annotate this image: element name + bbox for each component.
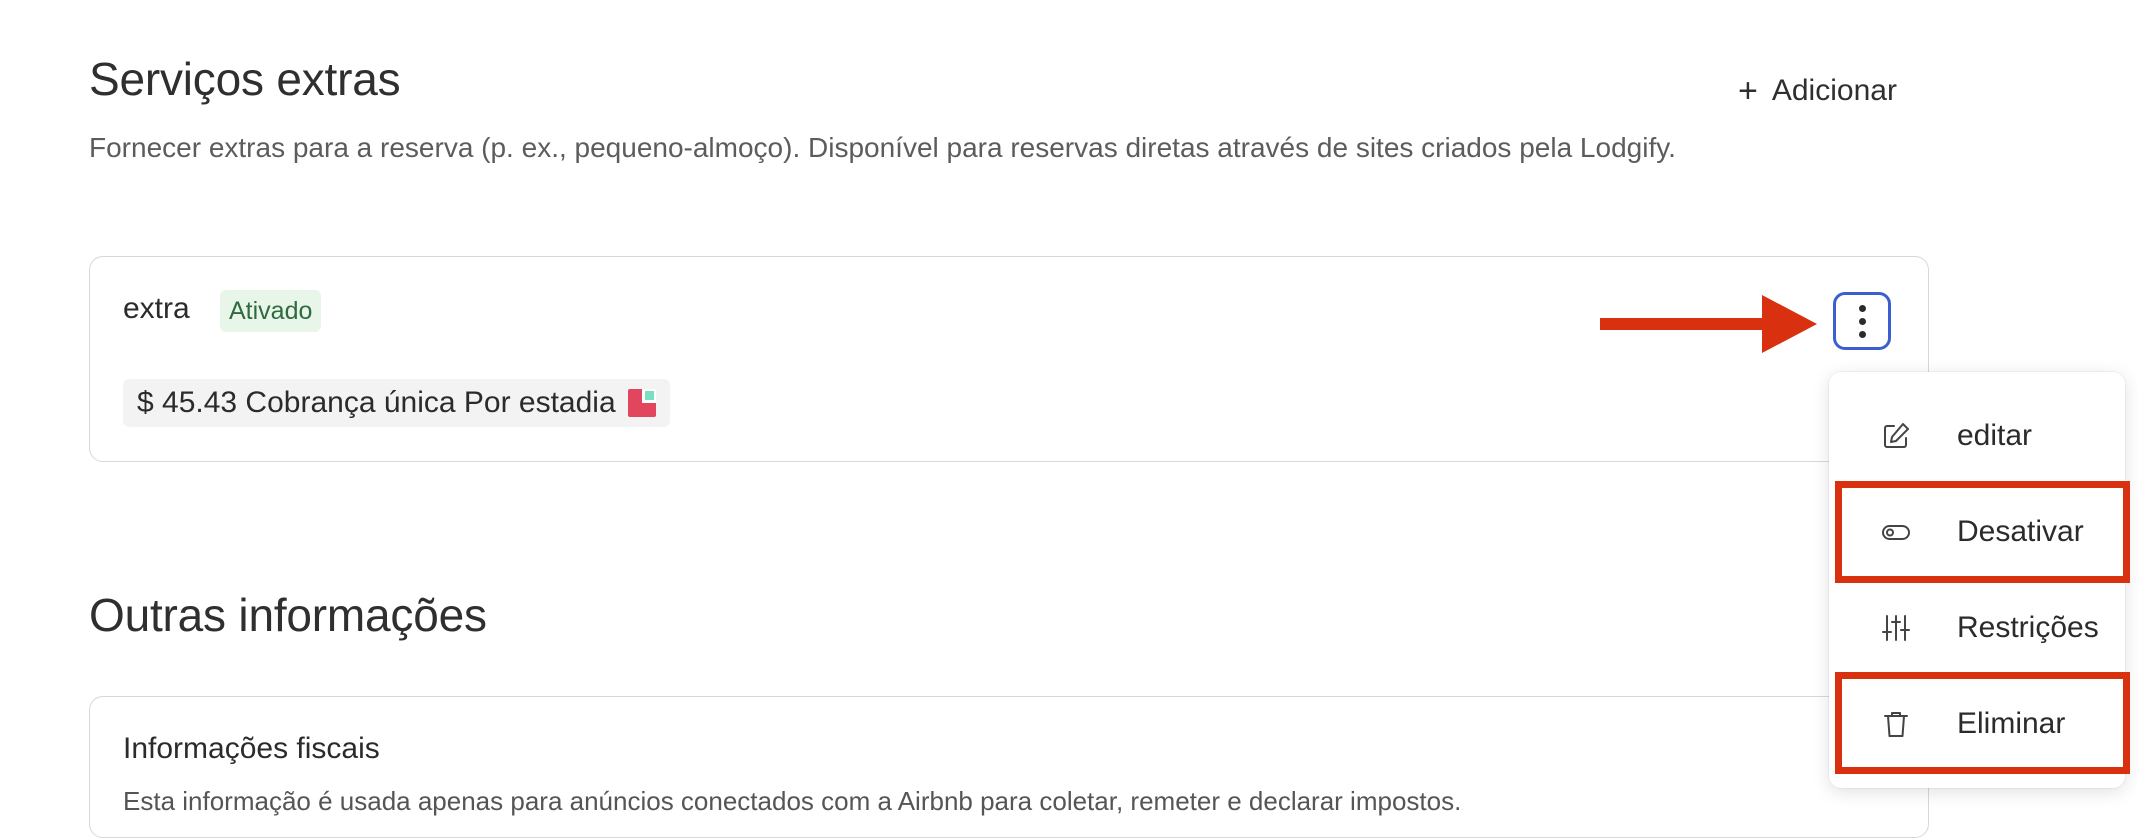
- plus-icon: +: [1738, 72, 1758, 110]
- price-text: $ 45.43 Cobrança única Por estadia: [137, 386, 616, 419]
- edit-icon: [1881, 421, 1911, 451]
- add-extra-button-label: Adicionar: [1771, 74, 1897, 107]
- price-chip: $ 45.43 Cobrança única Por estadia: [123, 379, 670, 427]
- tax-info-description: Esta informação é usada apenas para anún…: [123, 786, 1462, 816]
- extra-card: [89, 256, 1929, 462]
- status-badge: Ativado: [220, 290, 322, 332]
- extras-section-title: Serviços extras: [89, 53, 401, 105]
- more-options-button[interactable]: [1833, 292, 1891, 350]
- sliders-icon: [1881, 613, 1911, 643]
- menu-item-edit-label: editar: [1957, 419, 2033, 452]
- annotation-highlight-delete: [1835, 672, 2130, 774]
- menu-item-edit[interactable]: editar: [1829, 392, 2125, 480]
- other-info-section-title: Outras informações: [89, 589, 487, 641]
- annotation-highlight-deactivate: [1835, 481, 2130, 583]
- app-logo-icon: [627, 389, 656, 417]
- more-vertical-icon: [1858, 304, 1866, 312]
- menu-item-restrictions[interactable]: Restrições: [1829, 584, 2125, 672]
- extras-section-description: Fornecer extras para a reserva (p. ex., …: [89, 132, 1676, 163]
- menu-item-restrictions-label: Restrições: [1957, 611, 2099, 644]
- extra-name: extra: [123, 292, 190, 325]
- annotation-arrow-icon: [1600, 295, 1817, 353]
- add-extra-button[interactable]: + Adicionar: [1738, 74, 1897, 108]
- tax-info-title: Informações fiscais: [123, 732, 380, 765]
